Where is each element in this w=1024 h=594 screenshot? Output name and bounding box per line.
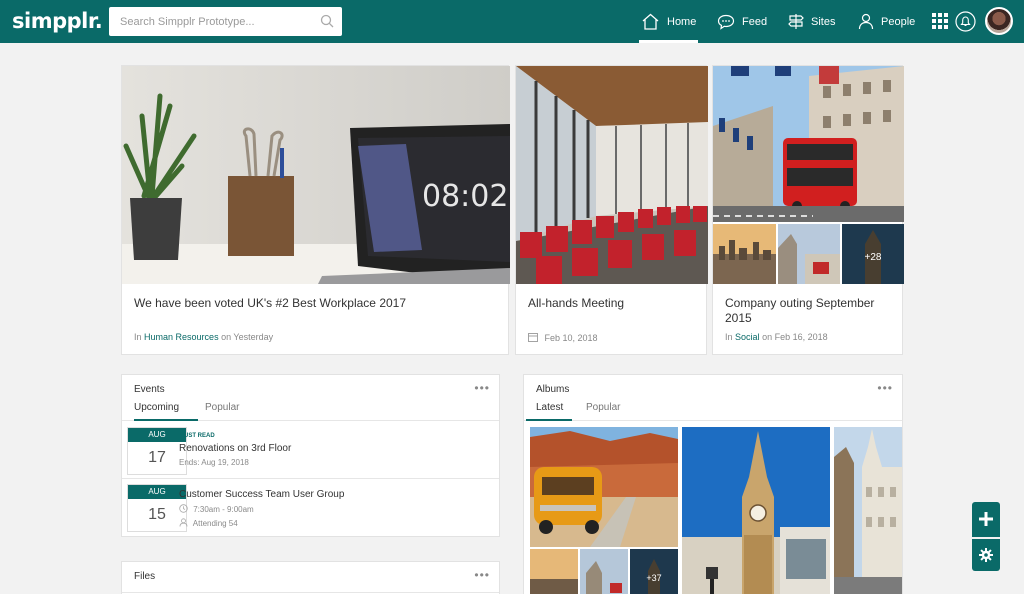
meeting-room-photo[interactable]	[516, 66, 708, 284]
sites-icon	[788, 14, 804, 29]
search-box[interactable]	[109, 7, 342, 36]
apps-grid-icon[interactable]	[932, 13, 948, 29]
featured-card-all-hands[interactable]: All-hands Meeting Feb 10, 2018	[515, 65, 708, 355]
albums-panel-title: Albums	[536, 384, 570, 395]
notifications-bell-icon[interactable]	[955, 11, 976, 32]
event-title[interactable]: Customer Success Team User Group	[179, 489, 344, 500]
event-date-badge: AUG 17	[127, 427, 187, 475]
laptop-clock-text: 08:02:01	[422, 179, 510, 214]
nav-sites[interactable]: Sites	[788, 0, 835, 43]
people-icon	[858, 13, 874, 30]
files-panel-title: Files	[134, 571, 156, 582]
attending-count: Attending 54	[192, 519, 238, 528]
event-time-text: 7:30am - 9:00am	[193, 505, 254, 514]
event-item-user-group[interactable]: AUG 15 Customer Success Team User Group …	[122, 480, 499, 536]
site-link-social[interactable]: Social	[735, 332, 760, 342]
meta-suffix: on Yesterday	[221, 332, 274, 342]
tab-upcoming[interactable]: Upcoming	[134, 402, 179, 413]
event-end-date: Ends: Aug 19, 2018	[179, 458, 249, 467]
events-panel: Events ••• Upcoming Popular AUG 17 MUST …	[121, 374, 500, 537]
clock-icon	[179, 504, 188, 513]
albums-more-menu[interactable]: •••	[877, 381, 893, 395]
meta-prefix: In	[725, 332, 733, 342]
tab-popular[interactable]: Popular	[205, 402, 239, 413]
event-attending: Attending 54	[179, 518, 238, 528]
site-link-human-resources[interactable]: Human Resources	[144, 332, 219, 342]
tab-divider	[524, 420, 902, 421]
album-thumbnails[interactable]: +37	[530, 549, 678, 594]
nav-feed-label: Feed	[742, 15, 768, 28]
nav-home-label: Home	[667, 15, 697, 28]
gear-icon	[979, 548, 993, 562]
featured-title[interactable]: Company outing September 2015	[725, 296, 895, 326]
albums-panel: Albums ••• Latest Popular +37	[523, 374, 903, 594]
featured-card-company-outing[interactable]: +28 Company outing September 2015 In Soc…	[712, 65, 904, 355]
nav-feed[interactable]: Feed	[717, 0, 767, 43]
album-cover-desert-van[interactable]	[530, 427, 678, 547]
nav-sites-label: Sites	[811, 15, 836, 28]
event-day: 17	[148, 449, 166, 466]
featured-card-workplace[interactable]: 08:02:01 We have been voted UK's #2 Best…	[121, 65, 510, 355]
create-content-button[interactable]	[972, 502, 1000, 537]
files-divider	[122, 592, 499, 593]
event-month: AUG	[128, 485, 186, 499]
event-date: Feb 10, 2018	[544, 333, 598, 343]
album-cover-street[interactable]	[834, 427, 902, 594]
calendar-icon	[528, 333, 538, 342]
files-more-menu[interactable]: •••	[474, 568, 490, 582]
featured-title[interactable]: All-hands Meeting	[528, 296, 624, 311]
feed-icon	[717, 14, 735, 30]
featured-meta: In Human Resources on Yesterday	[134, 332, 273, 342]
active-tab-indicator	[526, 419, 572, 421]
nav-people[interactable]: People	[858, 0, 915, 43]
meta-suffix: on Feb 16, 2018	[762, 332, 828, 342]
featured-meta: In Social on Feb 16, 2018	[725, 332, 828, 342]
album-cover-clock-tower[interactable]	[682, 427, 830, 594]
nav-home[interactable]: Home	[638, 0, 699, 43]
search-input[interactable]	[109, 7, 309, 36]
event-time: 7:30am - 9:00am	[179, 504, 254, 514]
featured-meta-date: Feb 10, 2018	[528, 332, 598, 343]
workplace-photo[interactable]: 08:02:01	[122, 66, 510, 284]
events-panel-title: Events	[134, 384, 165, 395]
app-logo[interactable]: simpplr.	[12, 9, 103, 33]
files-panel: Files •••	[121, 561, 500, 594]
featured-title[interactable]: We have been voted UK's #2 Best Workplac…	[134, 296, 406, 311]
event-month: AUG	[128, 428, 186, 442]
search-icon[interactable]	[320, 14, 334, 28]
tab-popular[interactable]: Popular	[586, 402, 620, 413]
tab-latest[interactable]: Latest	[536, 402, 563, 413]
more-albums-count: +37	[646, 573, 661, 583]
plus-icon	[979, 512, 993, 526]
more-photos-count: +28	[865, 252, 882, 263]
must-read-badge: MUST READ	[179, 433, 215, 439]
event-item-renovations[interactable]: AUG 17 MUST READ Renovations on 3rd Floo…	[122, 423, 499, 479]
event-title[interactable]: Renovations on 3rd Floor	[179, 443, 291, 454]
settings-button[interactable]	[972, 539, 1000, 571]
top-navigation-bar: simpplr. Home Feed Sites People	[0, 0, 1024, 43]
home-icon	[642, 13, 659, 30]
events-more-menu[interactable]: •••	[474, 381, 490, 395]
meta-prefix: In	[134, 332, 142, 342]
nav-people-label: People	[881, 15, 916, 28]
user-avatar[interactable]	[985, 7, 1013, 35]
active-tab-indicator	[134, 419, 198, 421]
event-day: 15	[148, 506, 166, 523]
attendee-icon	[179, 518, 188, 527]
outing-thumbnails[interactable]: +28	[713, 224, 904, 284]
event-date-badge: AUG 15	[127, 484, 187, 532]
